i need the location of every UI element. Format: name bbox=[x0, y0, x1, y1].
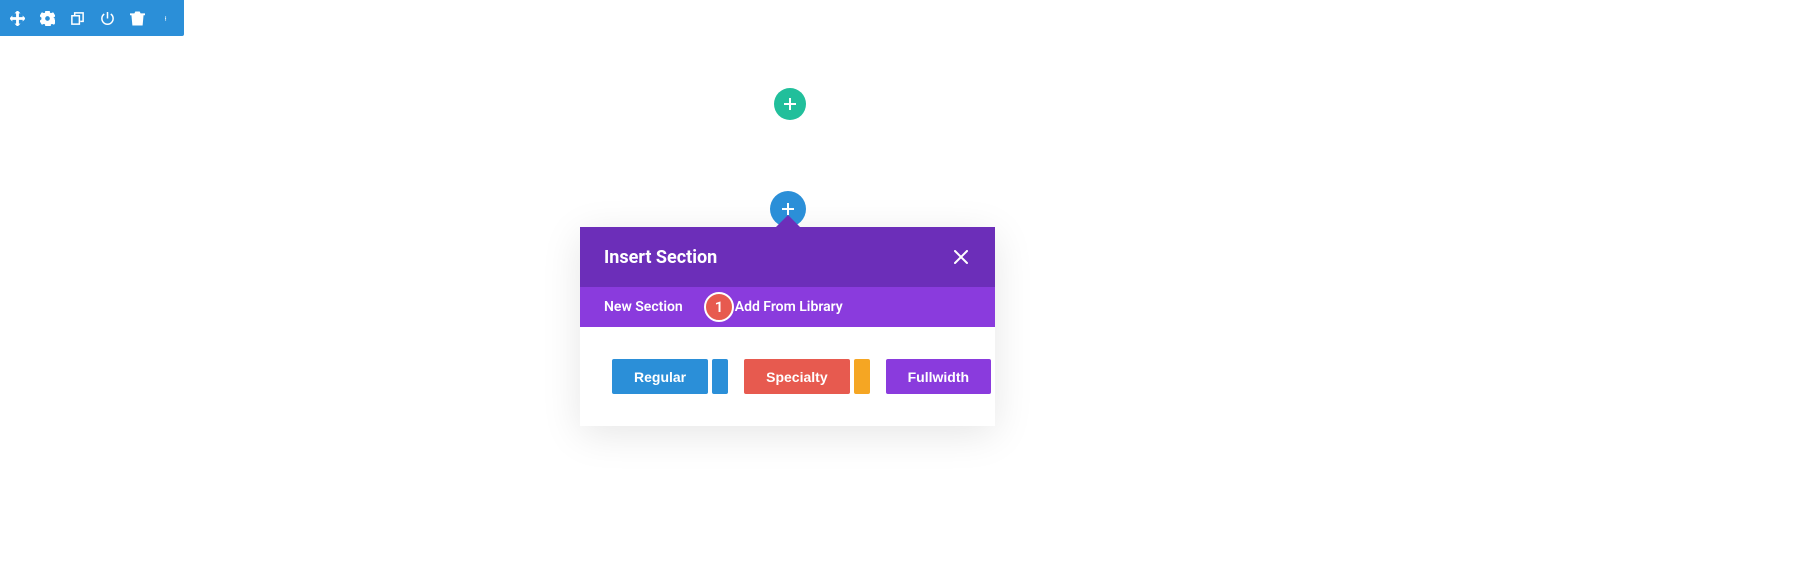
specialty-color-chip[interactable] bbox=[854, 359, 870, 394]
regular-button-group: Regular bbox=[612, 359, 728, 394]
modal-caret bbox=[776, 215, 800, 227]
add-row-button[interactable] bbox=[774, 88, 806, 120]
section-controls-toolbar bbox=[0, 0, 184, 36]
insert-section-modal: Insert Section New Section Add From Libr… bbox=[580, 227, 995, 426]
duplicate-icon[interactable] bbox=[68, 9, 86, 27]
trash-icon[interactable] bbox=[128, 9, 146, 27]
modal-body: Regular Specialty Fullwidth bbox=[580, 327, 995, 426]
specialty-section-button[interactable]: Specialty bbox=[744, 359, 849, 394]
close-icon[interactable] bbox=[951, 247, 971, 267]
tab-new-section[interactable]: New Section bbox=[604, 299, 683, 315]
move-icon[interactable] bbox=[8, 9, 26, 27]
modal-title: Insert Section bbox=[604, 247, 717, 268]
insert-section-modal-wrap: Insert Section New Section Add From Libr… bbox=[580, 195, 995, 394]
fullwidth-section-button[interactable]: Fullwidth bbox=[886, 359, 991, 394]
specialty-button-group: Specialty bbox=[744, 359, 869, 394]
power-icon[interactable] bbox=[98, 9, 116, 27]
regular-section-button[interactable]: Regular bbox=[612, 359, 708, 394]
gear-icon[interactable] bbox=[38, 9, 56, 27]
modal-tabs: New Section Add From Library 1 bbox=[580, 287, 995, 327]
tab-add-from-library[interactable]: Add From Library bbox=[735, 299, 843, 315]
modal-header: Insert Section bbox=[580, 227, 995, 287]
more-icon[interactable] bbox=[158, 9, 176, 27]
regular-color-chip[interactable] bbox=[712, 359, 728, 394]
step-badge: 1 bbox=[704, 292, 734, 322]
